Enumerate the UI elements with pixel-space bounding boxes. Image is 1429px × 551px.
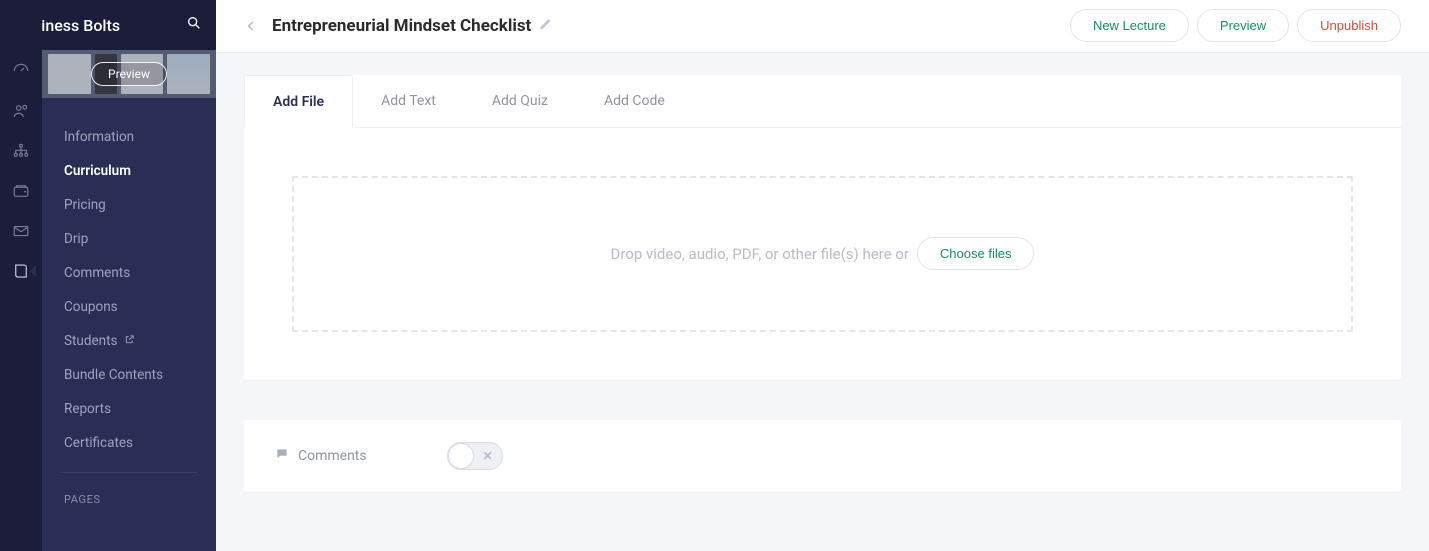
toggle-off-icon: ✕: [483, 449, 493, 463]
comments-label: Comments: [298, 448, 367, 464]
sidebar-item-pricing[interactable]: Pricing: [42, 188, 216, 222]
dashboard-icon[interactable]: [12, 62, 30, 80]
tab-add-code[interactable]: Add Code: [576, 75, 693, 127]
sidebar-section-pages: PAGES: [42, 473, 216, 514]
sidebar-item-drip[interactable]: Drip: [42, 222, 216, 256]
sidebar-item-information[interactable]: Information: [42, 120, 216, 154]
wallet-icon[interactable]: [12, 182, 30, 200]
search-icon[interactable]: [186, 15, 202, 35]
users-icon[interactable]: [12, 102, 30, 120]
mail-icon[interactable]: [12, 222, 30, 240]
sidebar: Business Bolts Preview Information Curri…: [42, 0, 216, 551]
sidebar-item-curriculum[interactable]: Curriculum: [42, 154, 216, 188]
sidebar-item-coupons[interactable]: Coupons: [42, 290, 216, 324]
preview-button[interactable]: Preview: [91, 62, 167, 86]
comments-card: Comments ✕: [244, 420, 1401, 492]
sidebar-item-reports[interactable]: Reports: [42, 392, 216, 426]
tab-add-file[interactable]: Add File: [244, 75, 353, 128]
preview-button-top[interactable]: Preview: [1197, 9, 1289, 42]
dropzone-text: Drop video, audio, PDF, or other file(s)…: [611, 245, 909, 263]
choose-files-button[interactable]: Choose files: [917, 237, 1035, 270]
page-title: Entrepreneurial Mindset Checklist: [272, 16, 531, 36]
toggle-knob: [448, 443, 474, 469]
sidebar-item-bundle-contents[interactable]: Bundle Contents: [42, 358, 216, 392]
icon-rail: [0, 0, 42, 551]
topbar: Entrepreneurial Mindset Checklist New Le…: [216, 0, 1429, 53]
edit-icon[interactable]: [539, 16, 552, 35]
side-nav: Information Curriculum Pricing Drip Comm…: [42, 98, 216, 514]
sidebar-item-certificates[interactable]: Certificates: [42, 426, 216, 460]
book-icon[interactable]: [12, 262, 30, 280]
course-preview-thumbnail[interactable]: Preview: [42, 50, 216, 98]
content-area: Add File Add Text Add Quiz Add Code Drop…: [216, 53, 1429, 551]
main: Entrepreneurial Mindset Checklist New Le…: [216, 0, 1429, 551]
external-link-icon: [124, 333, 135, 349]
add-content-card: Add File Add Text Add Quiz Add Code Drop…: [244, 75, 1401, 380]
comments-toggle[interactable]: ✕: [447, 442, 503, 470]
unpublish-button[interactable]: Unpublish: [1297, 9, 1401, 42]
sitemap-icon[interactable]: [12, 142, 30, 160]
new-lecture-button[interactable]: New Lecture: [1070, 9, 1189, 42]
file-dropzone[interactable]: Drop video, audio, PDF, or other file(s)…: [292, 176, 1353, 332]
tab-add-quiz[interactable]: Add Quiz: [464, 75, 576, 127]
sidebar-item-comments[interactable]: Comments: [42, 256, 216, 290]
sidebar-item-students[interactable]: Students: [42, 324, 216, 358]
tab-add-text[interactable]: Add Text: [353, 75, 464, 127]
dropzone-wrap: Drop video, audio, PDF, or other file(s)…: [244, 128, 1401, 380]
tabs: Add File Add Text Add Quiz Add Code: [244, 75, 1401, 128]
back-chevron-icon[interactable]: [244, 19, 258, 33]
comments-icon: [274, 446, 298, 465]
